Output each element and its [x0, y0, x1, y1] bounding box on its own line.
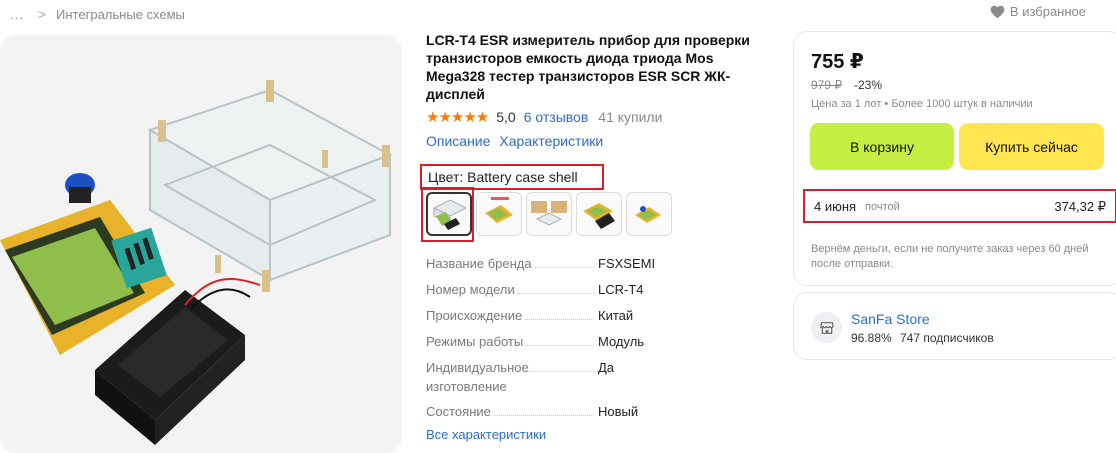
product-tabs: Описание Характеристики: [426, 133, 612, 149]
variant-thumbnail: [583, 203, 615, 229]
add-to-favorites-button[interactable]: В избранное: [990, 4, 1086, 19]
refund-note: Вернём деньги, если не получите заказ че…: [811, 243, 1089, 270]
variant-option-5[interactable]: [626, 192, 672, 236]
seller-name-link[interactable]: SanFa Store: [851, 311, 930, 327]
buy-box: 755 ₽ 979 ₽ -23% Цена за 1 лот • Более 1…: [793, 31, 1116, 286]
product-title: LCR-T4 ESR измеритель прибор для проверк…: [426, 32, 750, 102]
delivery-cost: 374,32 ₽: [1054, 199, 1106, 214]
spec-value: Новый: [598, 404, 639, 419]
spec-value: LCR-T4: [598, 282, 644, 297]
variant-thumbnail: [485, 197, 513, 223]
spec-name: Происхождение: [426, 308, 525, 323]
tab-description[interactable]: Описание: [426, 133, 490, 149]
breadcrumb-ellipsis[interactable]: ...: [10, 7, 24, 22]
rating-value: 5,0: [496, 109, 516, 125]
variant-thumbnail: [531, 201, 567, 226]
buy-now-button[interactable]: Купить сейчас: [959, 123, 1104, 170]
spec-name: Название бренда: [426, 256, 534, 271]
store-icon-glyph: [819, 321, 834, 334]
bought-count: 41 купили: [598, 109, 663, 125]
variant-option-2[interactable]: [476, 192, 522, 236]
spec-value: Модуль: [598, 334, 645, 349]
breadcrumb: ... > Интегральные схемы: [10, 5, 185, 23]
variant-option-3[interactable]: [526, 192, 572, 236]
lot-info: Цена за 1 лот • Более 1000 штук в наличи…: [811, 98, 1033, 110]
spec-name: Индивидуальное изготовление: [426, 360, 529, 394]
rating-stars-icon: ★★★★★: [426, 109, 489, 126]
variant-option-battery-case-shell[interactable]: [426, 192, 472, 236]
store-icon[interactable]: [811, 312, 842, 343]
tab-characteristics[interactable]: Характеристики: [499, 133, 603, 149]
spec-value: Да: [598, 360, 615, 375]
reviews-link[interactable]: 6 отзывов: [524, 109, 589, 125]
delivery-date: 4 июня: [814, 199, 857, 214]
spec-name: Состояние: [426, 404, 493, 419]
product-photo: [0, 35, 402, 453]
spec-value: Китай: [598, 308, 634, 323]
chevron-right-icon: >: [37, 6, 47, 22]
spec-value: FSXSEMI: [598, 256, 656, 271]
variant-thumbnail: [432, 199, 468, 230]
add-to-cart-button[interactable]: В корзину: [810, 123, 954, 170]
variant-option-4[interactable]: [576, 192, 622, 236]
product-main-image[interactable]: [0, 35, 402, 453]
variant-thumbnail: [635, 206, 661, 223]
heart-icon: [990, 5, 1005, 18]
seller-box: SanFa Store 96.88% 747 подписчиков: [793, 292, 1116, 360]
spec-name: Номер модели: [426, 282, 517, 297]
seller-subscribers: 747 подписчиков: [900, 331, 994, 345]
seller-rating: 96.88%: [851, 331, 892, 345]
delivery-option[interactable]: 4 июня почтой 374,32 ₽: [803, 189, 1116, 223]
delivery-method: почтой: [865, 201, 900, 213]
breadcrumb-category[interactable]: Интегральные схемы: [56, 7, 185, 22]
old-price: 979 ₽: [811, 78, 842, 92]
discount-badge: -23%: [854, 78, 883, 92]
price: 755 ₽: [811, 51, 864, 73]
rating-row: ★★★★★ 5,0 6 отзывов 41 купили: [426, 108, 662, 126]
spec-name: Режимы работы: [426, 334, 526, 349]
all-specs-link[interactable]: Все характеристики: [426, 427, 546, 442]
favorites-label: В избранное: [1009, 4, 1086, 19]
